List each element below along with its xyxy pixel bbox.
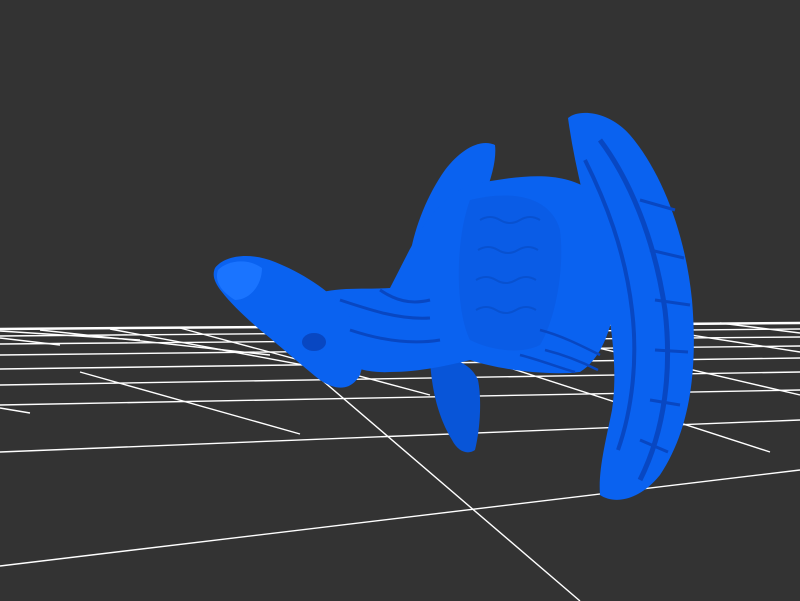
model-eye <box>302 333 326 351</box>
grid-line <box>0 407 31 414</box>
3d-model[interactable] <box>213 112 694 500</box>
3d-viewport[interactable] <box>0 0 800 601</box>
grid-line <box>0 469 800 567</box>
3d-scene-canvas[interactable] <box>0 0 800 601</box>
model-chest <box>458 195 562 351</box>
model-lower-arm <box>430 358 481 453</box>
